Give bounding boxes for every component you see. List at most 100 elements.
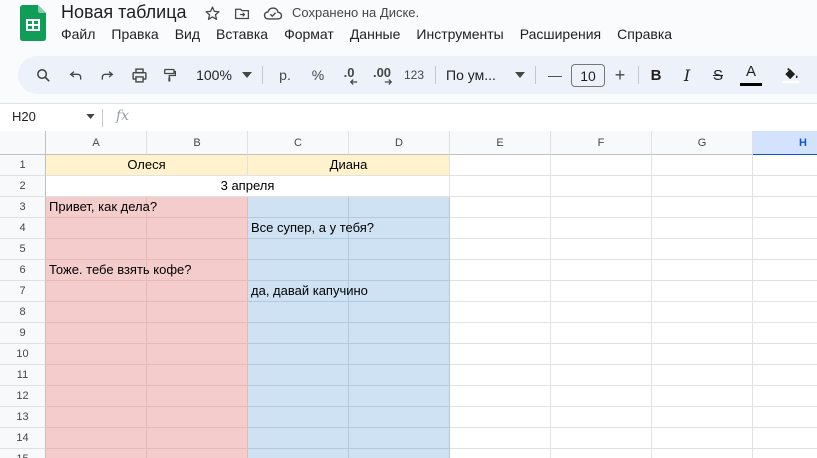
row-header[interactable]: 13	[0, 407, 46, 428]
grid-cell[interactable]	[551, 302, 652, 323]
grid-cell[interactable]	[551, 218, 652, 239]
grid-cell[interactable]	[551, 407, 652, 428]
grid-cell[interactable]	[753, 176, 817, 197]
increase-font-size-button[interactable]: +	[609, 56, 631, 94]
search-menus-button[interactable]	[32, 56, 54, 94]
grid-cell[interactable]	[551, 428, 652, 449]
star-icon[interactable]	[204, 5, 221, 22]
grid-cell[interactable]	[450, 449, 551, 458]
paint-format-button[interactable]	[159, 56, 181, 94]
grid-cell[interactable]	[450, 365, 551, 386]
grid-cell[interactable]	[46, 323, 147, 344]
grid-cell[interactable]	[652, 239, 753, 260]
grid-cell[interactable]	[349, 365, 450, 386]
sheets-logo-icon[interactable]	[20, 5, 46, 41]
grid-cell[interactable]	[349, 344, 450, 365]
grid-cell[interactable]	[652, 365, 753, 386]
grid-cell[interactable]	[551, 386, 652, 407]
column-header-f[interactable]: F	[551, 131, 652, 155]
grid-cell[interactable]	[450, 344, 551, 365]
decrease-decimals-button[interactable]: .0	[336, 56, 362, 94]
grid-cell[interactable]	[349, 197, 450, 218]
grid-cell[interactable]	[551, 281, 652, 302]
text-color-button[interactable]: A	[739, 56, 763, 94]
grid-cell[interactable]	[652, 428, 753, 449]
grid-cell[interactable]	[652, 344, 753, 365]
redo-button[interactable]	[96, 56, 118, 94]
cell-a6-text[interactable]: Тоже. тебе взять кофе?	[49, 260, 192, 280]
grid-cell[interactable]	[551, 323, 652, 344]
grid-cell[interactable]	[46, 428, 147, 449]
row-header[interactable]: 10	[0, 344, 46, 365]
cell-c4-text[interactable]: Все супер, а у тебя?	[251, 218, 374, 238]
grid-cell[interactable]	[450, 407, 551, 428]
grid-cell[interactable]	[450, 197, 551, 218]
grid-cell[interactable]	[753, 344, 817, 365]
grid-cell[interactable]	[349, 386, 450, 407]
cell-c7-text[interactable]: да, давай капучино	[251, 281, 368, 301]
grid-cell[interactable]	[753, 365, 817, 386]
row-header[interactable]: 1	[0, 155, 46, 176]
grid-cell[interactable]	[349, 239, 450, 260]
grid-cell[interactable]	[753, 302, 817, 323]
grid-cell[interactable]	[349, 302, 450, 323]
menu-insert[interactable]: Вставка	[216, 26, 268, 42]
grid-cell[interactable]	[349, 260, 450, 281]
grid-cell[interactable]	[147, 428, 248, 449]
grid-cell[interactable]	[753, 323, 817, 344]
menu-extensions[interactable]: Расширения	[520, 26, 601, 42]
grid-cell[interactable]	[147, 197, 248, 218]
row-header[interactable]: 14	[0, 428, 46, 449]
spreadsheet-grid[interactable]: A B C D E F G H 1 2 3 4 5 6 7 8 9 10 11 …	[0, 131, 817, 458]
row-header[interactable]: 8	[0, 302, 46, 323]
grid-cell[interactable]	[450, 281, 551, 302]
grid-cell[interactable]	[450, 218, 551, 239]
column-header-b[interactable]: B	[147, 131, 248, 155]
grid-cell[interactable]	[652, 218, 753, 239]
row-header[interactable]: 9	[0, 323, 46, 344]
grid-cell[interactable]	[349, 449, 450, 458]
grid-cell[interactable]	[248, 428, 349, 449]
select-all-corner[interactable]	[0, 131, 46, 155]
grid-cell[interactable]	[248, 407, 349, 428]
grid-cell[interactable]	[753, 218, 817, 239]
grid-cell[interactable]	[450, 302, 551, 323]
grid-cell[interactable]	[652, 407, 753, 428]
column-header-g[interactable]: G	[652, 131, 753, 155]
grid-cell[interactable]	[248, 239, 349, 260]
print-button[interactable]	[128, 56, 150, 94]
grid-cell[interactable]	[147, 239, 248, 260]
grid-cell[interactable]	[450, 176, 551, 197]
column-header-d[interactable]: D	[349, 131, 450, 155]
grid-cell[interactable]	[248, 386, 349, 407]
grid-cell[interactable]	[248, 365, 349, 386]
grid-cell[interactable]	[349, 428, 450, 449]
column-header-e[interactable]: E	[450, 131, 551, 155]
grid-cell[interactable]	[753, 260, 817, 281]
grid-cell[interactable]	[46, 239, 147, 260]
currency-format-button[interactable]: р.	[274, 56, 296, 94]
increase-decimals-button[interactable]: .00	[368, 56, 396, 94]
grid-cell[interactable]	[652, 197, 753, 218]
grid-cell[interactable]	[147, 407, 248, 428]
font-size-input[interactable]: 10	[571, 64, 605, 87]
grid-cell[interactable]	[652, 449, 753, 458]
grid-cell[interactable]	[652, 260, 753, 281]
grid-cell[interactable]	[46, 344, 147, 365]
grid-cell[interactable]	[248, 197, 349, 218]
grid-cell[interactable]	[551, 365, 652, 386]
font-family-select[interactable]: По ум...	[446, 56, 506, 94]
grid-cell[interactable]	[551, 239, 652, 260]
grid-cell[interactable]	[147, 302, 248, 323]
grid-cell[interactable]	[248, 344, 349, 365]
grid-cell[interactable]	[248, 323, 349, 344]
grid-cell[interactable]	[551, 344, 652, 365]
grid-cell[interactable]	[46, 302, 147, 323]
row-header[interactable]: 12	[0, 386, 46, 407]
menu-data[interactable]: Данные	[350, 26, 401, 42]
menu-edit[interactable]: Правка	[111, 26, 158, 42]
grid-cell[interactable]	[450, 239, 551, 260]
column-header-c[interactable]: C	[248, 131, 349, 155]
grid-cell[interactable]	[753, 386, 817, 407]
font-family-dropdown[interactable]	[513, 56, 527, 94]
